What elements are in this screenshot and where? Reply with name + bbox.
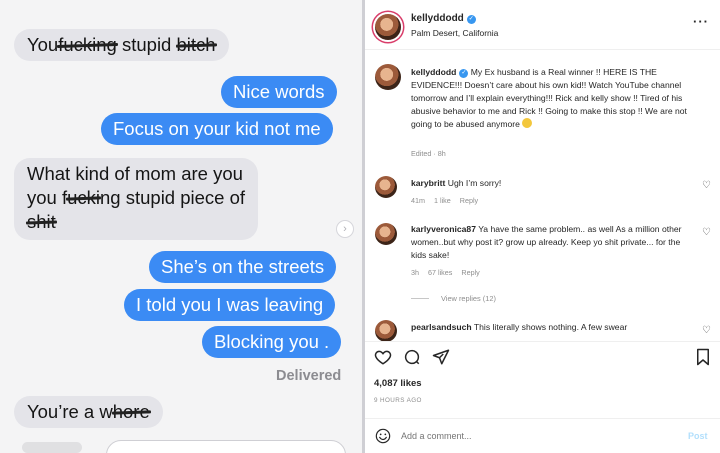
username[interactable]: kellyddodd: [411, 13, 464, 24]
face-emoji-icon: [522, 118, 533, 128]
sent-message: She’s on the streets: [149, 251, 337, 283]
message-text: What kind of mom are you: [27, 163, 243, 184]
avatar[interactable]: [375, 14, 401, 40]
comment-meta: 3h 67 likes Reply: [411, 268, 489, 277]
comment-meta: 41m 1 like Reply: [411, 196, 487, 205]
verified-badge-icon: ✓: [466, 15, 476, 24]
imessage-conversation: Youfucking stupid bitch Nice words Focus…: [0, 0, 362, 453]
divider: [365, 49, 720, 50]
message-line: What kind of mom are you: [27, 162, 245, 186]
view-replies-link[interactable]: View replies (12): [441, 294, 496, 303]
post-caption: kellyddodd ✓ My Ex husband is a Real winn…: [411, 66, 707, 131]
avatar[interactable]: [375, 223, 397, 245]
sent-message: Blocking you .: [202, 326, 342, 358]
comment-text: Ugh I’m sorry!: [447, 178, 502, 188]
post-time: 9 HOURS AGO: [374, 397, 422, 404]
message-text: stupid: [116, 34, 177, 55]
smiley-icon[interactable]: [375, 428, 391, 444]
comment-icon[interactable]: [403, 348, 421, 366]
share-icon[interactable]: [432, 348, 450, 366]
verified-badge-icon: ✓: [459, 69, 469, 78]
sent-message: I told you I was leaving: [124, 289, 336, 321]
message-line: you fucking stupid piece of: [27, 186, 245, 210]
comment-username[interactable]: karlyveronica87: [411, 224, 476, 234]
comment-likes[interactable]: 67 likes: [428, 268, 452, 277]
received-message: What kind of mom are you you fucking stup…: [14, 158, 259, 240]
reply-link[interactable]: Reply: [461, 268, 479, 277]
message-text: You: [27, 34, 59, 55]
message-text: Nice words: [233, 81, 325, 102]
instagram-post-panel: kellyddodd ✓ Palm Desert, California ··· …: [365, 0, 720, 453]
avatar[interactable]: [375, 64, 401, 90]
divider: [365, 418, 720, 419]
likes-count[interactable]: 4,087 likes: [374, 378, 422, 389]
censored-word: fucking: [58, 34, 117, 55]
heart-icon[interactable]: [374, 348, 392, 366]
message-text: You’re a w: [27, 401, 113, 422]
message-text: Blocking you .: [214, 331, 330, 352]
heart-icon[interactable]: ♡: [702, 180, 711, 191]
avatar[interactable]: [375, 176, 397, 198]
received-message: You’re a whore: [14, 396, 163, 428]
comment-text: This literally shows nothing. A few swea…: [473, 322, 628, 332]
add-comment-input[interactable]: [401, 431, 661, 441]
post-button[interactable]: Post: [688, 431, 708, 441]
comment-time: 3h: [411, 268, 419, 277]
delivered-status: Delivered: [276, 368, 342, 384]
comment-likes[interactable]: 1 like: [434, 196, 451, 205]
comment-username[interactable]: pearlsandsuch: [411, 322, 472, 332]
message-line: shit: [27, 210, 245, 234]
heart-icon[interactable]: ♡: [702, 227, 711, 238]
caption-username[interactable]: kellyddodd: [411, 67, 456, 77]
caption-meta: Edited · 8h: [411, 149, 446, 158]
censored-word: ucki: [67, 187, 101, 208]
divider: [411, 298, 429, 299]
comment: pearlsandsuch This literally shows nothi…: [411, 321, 697, 334]
location[interactable]: Palm Desert, California: [411, 28, 498, 38]
chevron-right-icon[interactable]: ›: [336, 220, 354, 238]
sent-message: Focus on your kid not me: [101, 113, 333, 145]
comment: karlyveronica87 Ya have the same problem…: [411, 223, 697, 262]
censored-word: bitch: [176, 34, 216, 55]
comment: karybritt Ugh I’m sorry!: [411, 177, 697, 190]
comment-time: 41m: [411, 196, 425, 205]
post-author: kellyddodd ✓: [411, 13, 476, 24]
censored-word: shit: [27, 211, 56, 232]
message-text: ng stupid piece of: [100, 187, 246, 208]
bookmark-icon[interactable]: [695, 348, 711, 366]
received-message: Youfucking stupid bitch: [14, 29, 229, 61]
partial-bubble: [22, 442, 82, 453]
divider: [365, 341, 720, 342]
more-horizontal-icon[interactable]: ···: [693, 14, 709, 29]
message-text: I told you I was leaving: [136, 294, 324, 315]
message-text: Focus on your kid not me: [113, 118, 321, 139]
censored-word: hore: [112, 401, 150, 422]
avatar[interactable]: [375, 320, 397, 342]
comment-username[interactable]: karybritt: [411, 178, 445, 188]
message-text: She’s on the streets: [161, 256, 325, 277]
message-text: you f: [27, 187, 68, 208]
reply-link[interactable]: Reply: [460, 196, 478, 205]
heart-icon[interactable]: ♡: [702, 325, 711, 336]
message-compose-field[interactable]: [106, 440, 346, 453]
sent-message: Nice words: [221, 76, 337, 108]
